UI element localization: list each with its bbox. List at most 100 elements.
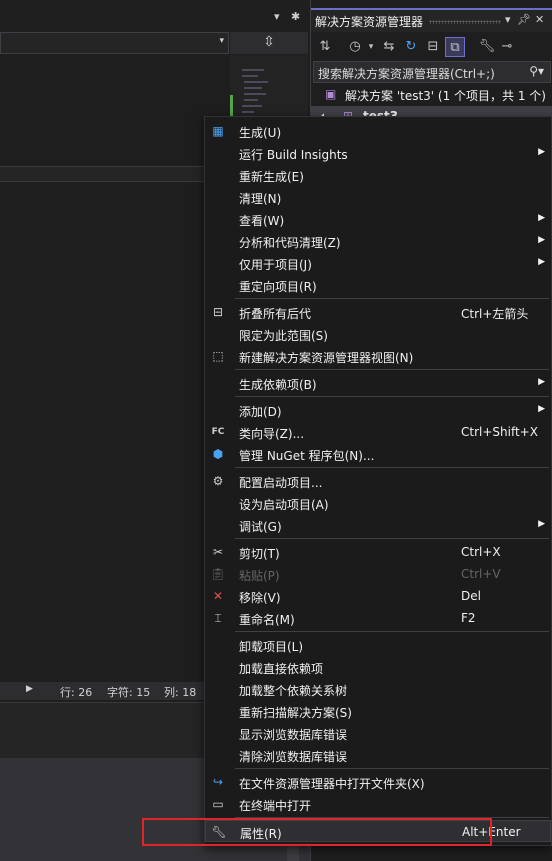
- menu-item-shortcut: Ctrl+V: [461, 567, 501, 581]
- menu-item-shortcut: Alt+Enter: [462, 825, 521, 839]
- wrench-icon[interactable]: 🔧︎: [477, 37, 497, 57]
- submenu-arrow-icon: ▶: [538, 404, 545, 414]
- menu-item-label: 调试(G): [239, 520, 282, 534]
- menu-item-build-insights[interactable]: 运行 Build Insights ▶: [205, 142, 551, 164]
- search-input[interactable]: 搜索解决方案资源管理器(Ctrl+;) ⚲▾: [313, 61, 551, 83]
- menu-item-shortcut: Ctrl+左箭头: [461, 307, 529, 321]
- scroll-right-icon[interactable]: ▶: [26, 684, 33, 694]
- gear-icon: ⚙: [212, 474, 224, 488]
- menu-separator: [235, 298, 549, 299]
- solution-explorer-title-bar: 解决方案资源管理器 ▾ 📌︎ ✕: [311, 8, 552, 32]
- submenu-arrow-icon: ▶: [538, 377, 545, 387]
- menu-item-label: 属性(R): [240, 827, 282, 841]
- drag-grip[interactable]: [429, 20, 501, 24]
- pin-icon[interactable]: 📌︎: [517, 13, 531, 26]
- menu-item-view[interactable]: 查看(W) ▶: [205, 208, 551, 230]
- solution-node[interactable]: ▣ 解决方案 'test3' (1 个项目，共 1 个): [311, 84, 552, 106]
- collapse-icon: ⊟: [212, 305, 224, 319]
- menu-item-clear-db-errors[interactable]: 清除浏览数据库错误: [205, 744, 551, 766]
- menu-item-rebuild[interactable]: 重新生成(E): [205, 164, 551, 186]
- new-view-icon: ⬚: [212, 349, 224, 363]
- open-folder-icon: ↪: [212, 775, 224, 789]
- split-icon: ⇳: [263, 34, 275, 50]
- rename-icon: ⌶: [214, 611, 222, 625]
- search-placeholder: 搜索解决方案资源管理器(Ctrl+;): [318, 67, 495, 81]
- menu-item-unload-project[interactable]: 卸载项目(L): [205, 634, 551, 656]
- menu-item-label: 运行 Build Insights: [239, 148, 348, 162]
- menu-item-paste: 📋︎ 粘贴(P) Ctrl+V: [205, 563, 551, 585]
- chevron-down-icon[interactable]: ▾: [361, 37, 381, 57]
- menu-item-show-db-errors[interactable]: 显示浏览数据库错误: [205, 722, 551, 744]
- scissors-icon: ✂: [212, 545, 224, 559]
- menu-item-rename[interactable]: ⌶ 重命名(M) F2: [205, 607, 551, 629]
- collapse-all-icon[interactable]: ⊟: [423, 37, 443, 57]
- menu-separator: [235, 369, 549, 370]
- menu-item-label: 在终端中打开: [239, 799, 312, 813]
- refresh-icon[interactable]: ↻: [401, 37, 421, 57]
- chevron-down-icon[interactable]: ▾: [274, 10, 280, 23]
- menu-item-configure-startup[interactable]: ⚙ 配置启动项目...: [205, 470, 551, 492]
- menu-item-label: 配置启动项目...: [239, 476, 323, 490]
- menu-item-properties[interactable]: 🔧︎ 属性(R) Alt+Enter: [205, 820, 551, 842]
- sync-icon[interactable]: ⇆: [379, 37, 399, 57]
- menu-item-label: 生成依赖项(B): [239, 378, 317, 392]
- chevron-down-icon[interactable]: ▾: [505, 13, 511, 26]
- preview-icon[interactable]: ⊸: [497, 37, 517, 57]
- menu-item-label: 分析和代码清理(Z): [239, 236, 341, 250]
- menu-item-open-terminal[interactable]: ▭ 在终端中打开: [205, 793, 551, 815]
- class-wizard-icon: FC: [211, 427, 225, 437]
- menu-item-label: 设为启动项目(A): [239, 498, 329, 512]
- menu-item-add[interactable]: 添加(D) ▶: [205, 399, 551, 421]
- menu-item-label: 剪切(T): [239, 547, 280, 561]
- submenu-arrow-icon: ▶: [538, 147, 545, 157]
- menu-item-label: 重新生成(E): [239, 170, 304, 184]
- menu-item-build-dependencies[interactable]: 生成依赖项(B) ▶: [205, 372, 551, 394]
- menu-item-label: 生成(U): [239, 126, 282, 140]
- menu-item-new-view[interactable]: ⬚ 新建解决方案资源管理器视图(N): [205, 345, 551, 367]
- menu-item-remove[interactable]: ✕ 移除(V) Del: [205, 585, 551, 607]
- menu-item-retarget[interactable]: 重定向项目(R): [205, 274, 551, 296]
- menu-item-label: 清除浏览数据库错误: [239, 750, 348, 764]
- menu-separator: [235, 396, 549, 397]
- menu-item-cut[interactable]: ✂ 剪切(T) Ctrl+X: [205, 541, 551, 563]
- menu-item-label: 查看(W): [239, 214, 285, 228]
- wrench-icon: 🔧︎: [211, 825, 227, 839]
- menu-item-load-dep-tree[interactable]: 加载整个依赖关系树: [205, 678, 551, 700]
- paste-icon: 📋︎: [210, 567, 226, 581]
- menu-item-project-only[interactable]: 仅用于项目(J) ▶: [205, 252, 551, 274]
- gear-icon[interactable]: ✱: [291, 10, 300, 23]
- menu-item-label: 重命名(M): [239, 613, 295, 627]
- menu-item-load-direct-deps[interactable]: 加载直接依赖项: [205, 656, 551, 678]
- menu-item-analyze[interactable]: 分析和代码清理(Z) ▶: [205, 230, 551, 252]
- menu-item-nuget[interactable]: ⬢ 管理 NuGet 程序包(N)...: [205, 443, 551, 465]
- menu-item-label: 粘贴(P): [239, 569, 280, 583]
- menu-item-build[interactable]: ▦ 生成(U): [205, 120, 551, 142]
- menu-item-clean[interactable]: 清理(N): [205, 186, 551, 208]
- menu-item-set-startup[interactable]: 设为启动项目(A): [205, 492, 551, 514]
- solution-explorer-toolbar: ⇅ ◷ ▾ ⇆ ↻ ⊟ ⧉ 🔧︎ ⊸: [311, 34, 552, 60]
- switch-views-icon[interactable]: ⇅: [315, 37, 335, 57]
- submenu-arrow-icon: ▶: [538, 519, 545, 529]
- remove-icon: ✕: [212, 589, 224, 603]
- menu-item-collapse-all[interactable]: ⊟ 折叠所有后代 Ctrl+左箭头: [205, 301, 551, 323]
- menu-item-rescan-solution[interactable]: 重新扫描解决方案(S): [205, 700, 551, 722]
- menu-item-open-in-explorer[interactable]: ↪ 在文件资源管理器中打开文件夹(X): [205, 771, 551, 793]
- show-all-files-icon[interactable]: ⧉: [445, 37, 465, 57]
- menu-item-label: 加载整个依赖关系树: [239, 684, 348, 698]
- submenu-arrow-icon: ▶: [538, 213, 545, 223]
- menu-item-class-wizard[interactable]: FC 类向导(Z)... Ctrl+Shift+X: [205, 421, 551, 443]
- menu-item-debug[interactable]: 调试(G) ▶: [205, 514, 551, 536]
- search-icon[interactable]: ⚲▾: [529, 64, 544, 78]
- menu-item-label: 新建解决方案资源管理器视图(N): [239, 351, 414, 365]
- menu-item-scope[interactable]: 限定为此范围(S): [205, 323, 551, 345]
- split-editor-button[interactable]: ⇳: [230, 32, 308, 54]
- close-icon[interactable]: ✕: [535, 13, 544, 26]
- menu-item-label: 重新扫描解决方案(S): [239, 706, 352, 720]
- menu-item-label: 添加(D): [239, 405, 282, 419]
- solution-icon: ▣: [325, 87, 337, 101]
- menu-item-shortcut: Ctrl+Shift+X: [461, 425, 538, 439]
- menu-item-label: 移除(V): [239, 591, 281, 605]
- status-line: 行: 26: [60, 686, 93, 699]
- navigation-dropdown[interactable]: ▾: [0, 32, 229, 54]
- code-editor-upper[interactable]: [0, 55, 230, 165]
